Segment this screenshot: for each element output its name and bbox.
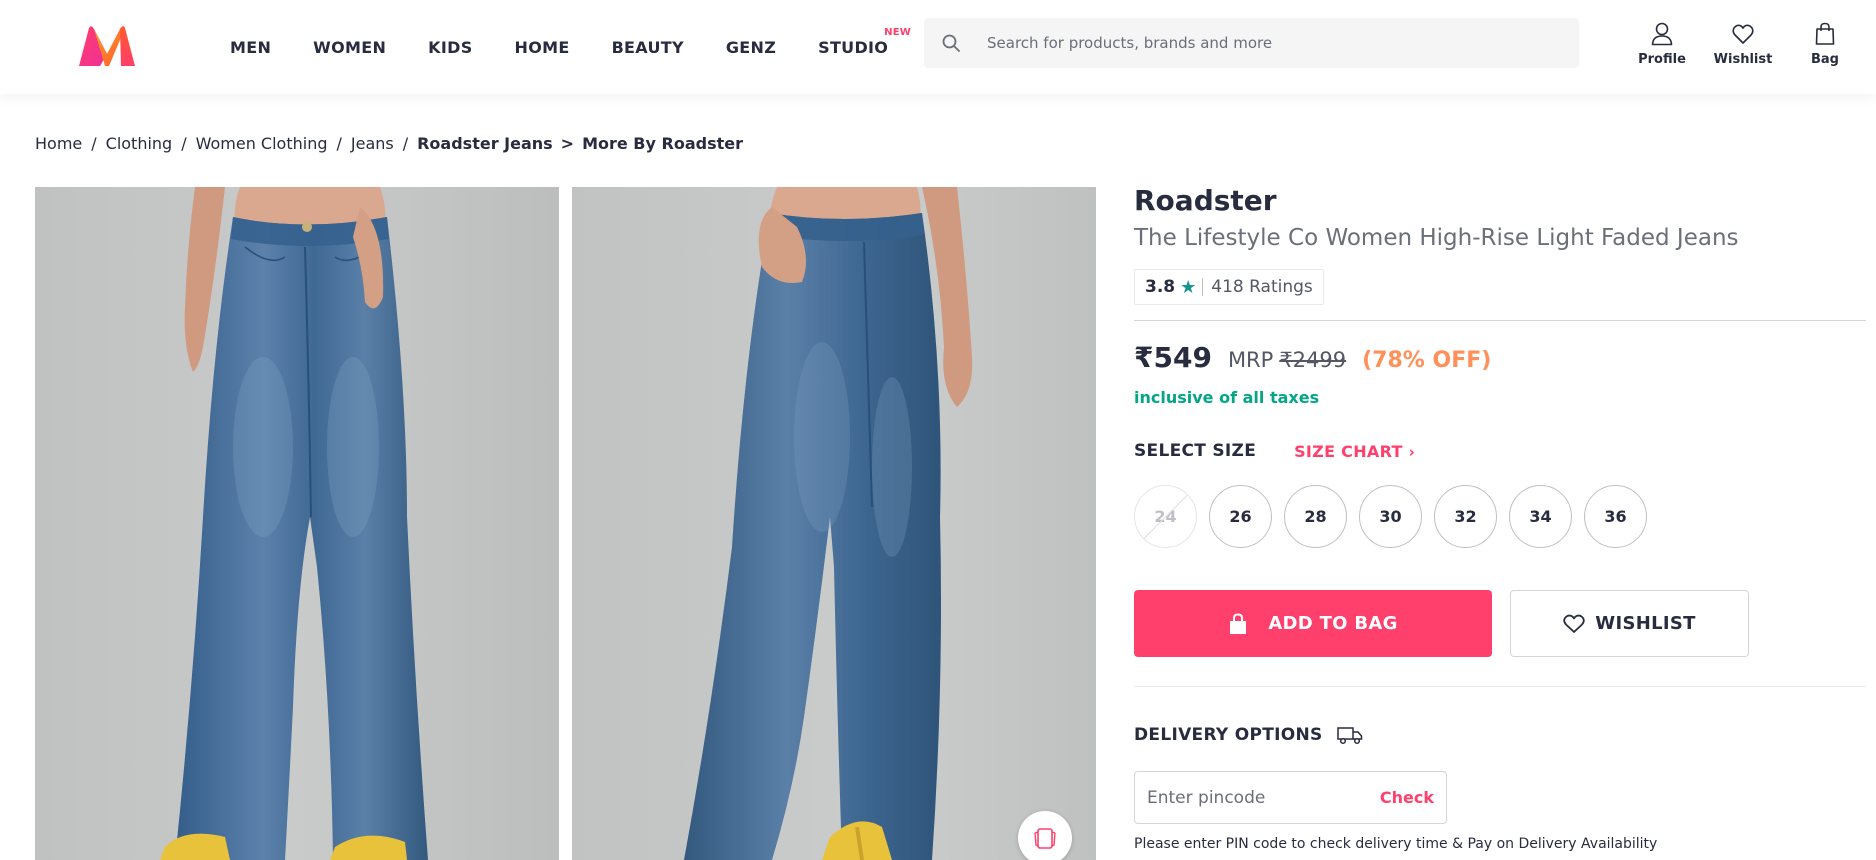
nav-men[interactable]: MEN <box>230 38 271 57</box>
nav-studio[interactable]: STUDIO NEW <box>818 27 911 57</box>
rating-count: 418 Ratings <box>1211 277 1313 297</box>
breadcrumb: Home / Clothing / Women Clothing / Jeans… <box>35 134 743 153</box>
breadcrumb-separator: / <box>91 134 97 153</box>
nav-kids[interactable]: KIDS <box>428 38 472 57</box>
size-option-32[interactable]: 32 <box>1434 485 1497 548</box>
price-row: ₹549 MRP ₹2499 (78% OFF) <box>1134 341 1866 374</box>
product-image-front[interactable] <box>35 187 559 860</box>
action-buttons: ADD TO BAG WISHLIST <box>1134 590 1866 657</box>
search-input[interactable] <box>987 34 1547 52</box>
breadcrumb-jeans[interactable]: Jeans <box>351 134 394 153</box>
breadcrumb-clothing[interactable]: Clothing <box>106 134 173 153</box>
nav-studio-label: STUDIO <box>818 37 889 57</box>
divider <box>1134 686 1866 687</box>
size-header: SELECT SIZE SIZE CHART › <box>1134 441 1866 461</box>
mrp-label: MRP <box>1227 348 1274 372</box>
size-option-26[interactable]: 26 <box>1209 485 1272 548</box>
search-icon[interactable] <box>925 19 977 67</box>
profile-button[interactable]: Profile <box>1620 22 1704 67</box>
myntra-logo[interactable] <box>76 24 138 68</box>
profile-label: Profile <box>1638 52 1686 67</box>
bag-label: Bag <box>1811 52 1839 67</box>
size-chart-label: SIZE CHART <box>1294 441 1403 461</box>
header-actions: Profile Wishlist Bag <box>1620 22 1862 67</box>
logo-icon <box>79 26 135 66</box>
size-option-30[interactable]: 30 <box>1359 485 1422 548</box>
bag-icon <box>1230 612 1247 634</box>
nav-women[interactable]: WOMEN <box>313 38 386 57</box>
nav-home[interactable]: HOME <box>515 38 570 57</box>
product-name: The Lifestyle Co Women High-Rise Light F… <box>1134 225 1739 251</box>
product-brand: Roadster <box>1134 184 1277 217</box>
breadcrumb-arrow: > <box>560 134 575 153</box>
product-image-side[interactable] <box>572 187 1096 860</box>
breadcrumb-women-clothing[interactable]: Women Clothing <box>196 134 328 153</box>
add-to-bag-label: ADD TO BAG <box>1268 613 1398 634</box>
mrp-value: ₹2499 <box>1279 348 1347 372</box>
heart-icon <box>1732 24 1754 44</box>
breadcrumb-separator: / <box>181 134 187 153</box>
breadcrumb-current: Roadster Jeans <box>417 134 553 153</box>
delivery-options-title: DELIVERY OPTIONS <box>1134 725 1866 745</box>
size-options: 24 26 28 30 32 34 36 <box>1134 485 1866 548</box>
breadcrumb-separator: / <box>402 134 409 153</box>
product-info: Roadster The Lifestyle Co Women High-Ris… <box>1134 183 1866 852</box>
wishlist-button[interactable]: Wishlist <box>1702 22 1784 67</box>
size-option-36[interactable]: 36 <box>1584 485 1647 548</box>
pincode-note: Please enter PIN code to check delivery … <box>1134 836 1658 852</box>
star-icon: ★ <box>1180 276 1197 298</box>
truck-icon <box>1336 727 1362 745</box>
breadcrumb-more-by-brand[interactable]: More By Roadster <box>582 134 743 153</box>
tax-note: inclusive of all taxes <box>1134 388 1320 407</box>
size-option-24[interactable]: 24 <box>1134 485 1197 548</box>
rating-divider <box>1202 278 1204 296</box>
wishlist-add-label: WISHLIST <box>1595 613 1696 634</box>
wishlist-label: Wishlist <box>1713 52 1773 67</box>
discount-label: (78% OFF) <box>1362 348 1492 373</box>
bag-button[interactable]: Bag <box>1788 22 1862 67</box>
view-similar-button[interactable] <box>1018 811 1072 860</box>
pincode-input[interactable] <box>1147 787 1347 808</box>
nav-beauty[interactable]: BEAUTY <box>612 38 684 57</box>
size-option-28[interactable]: 28 <box>1284 485 1347 548</box>
mrp: MRP ₹2499 <box>1228 348 1346 372</box>
pincode-box: Check <box>1134 771 1447 824</box>
selling-price: ₹549 <box>1134 341 1212 374</box>
add-to-bag-button[interactable]: ADD TO BAG <box>1134 590 1492 657</box>
size-option-34[interactable]: 34 <box>1509 485 1572 548</box>
select-size-title: SELECT SIZE <box>1134 441 1257 461</box>
rating-badge[interactable]: 3.8 ★ 418 Ratings <box>1134 269 1324 305</box>
wishlist-add-button[interactable]: WISHLIST <box>1510 590 1749 657</box>
delivery-options-label: DELIVERY OPTIONS <box>1134 725 1323 745</box>
site-header: MEN WOMEN KIDS HOME BEAUTY GENZ STUDIO N… <box>0 0 1876 94</box>
check-pincode-button[interactable]: Check <box>1380 788 1434 807</box>
user-icon <box>1651 22 1673 46</box>
breadcrumb-separator: / <box>336 134 342 153</box>
bag-icon <box>1815 22 1835 45</box>
new-badge: NEW <box>884 26 911 38</box>
main-nav: MEN WOMEN KIDS HOME BEAUTY GENZ STUDIO N… <box>230 0 930 94</box>
search-bar[interactable] <box>924 18 1579 68</box>
heart-icon <box>1563 614 1585 633</box>
similar-icon <box>1034 828 1056 849</box>
size-chart-link[interactable]: SIZE CHART › <box>1294 442 1415 461</box>
nav-genz[interactable]: GENZ <box>726 38 776 57</box>
rating-value: 3.8 <box>1145 277 1176 297</box>
breadcrumb-home[interactable]: Home <box>35 134 82 153</box>
divider <box>1134 320 1866 321</box>
chevron-right-icon: › <box>1408 442 1416 461</box>
